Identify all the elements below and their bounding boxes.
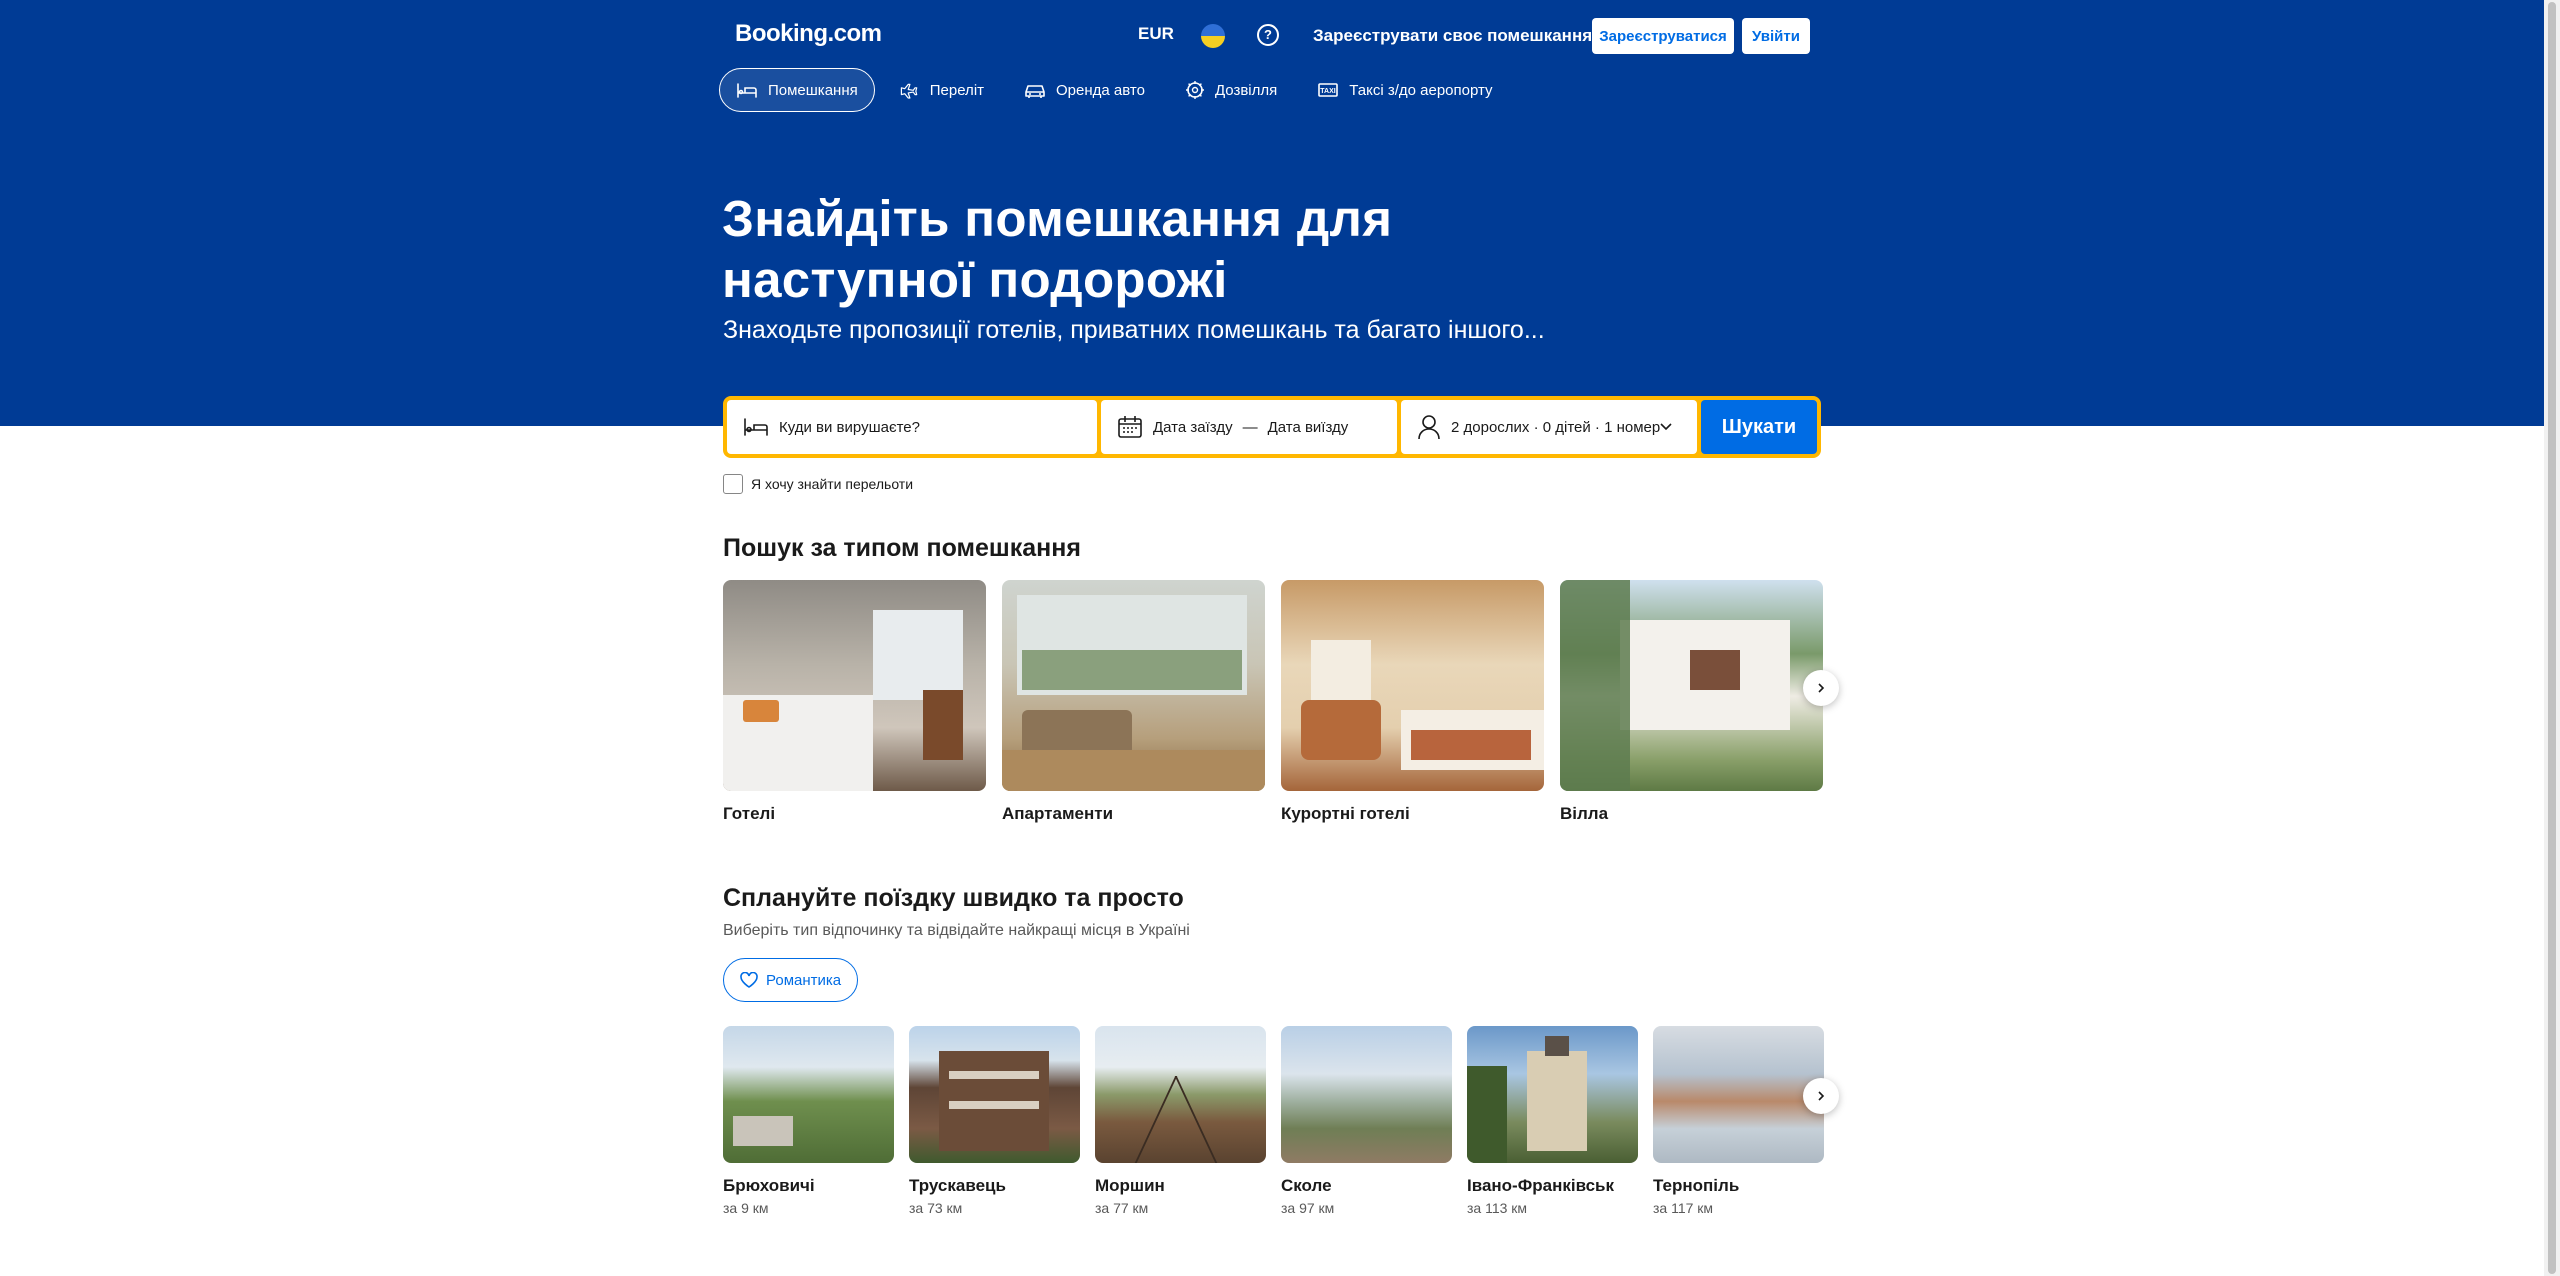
car-icon: [1025, 85, 1045, 98]
city-card[interactable]: Івано-Франківськ за 113 км: [1467, 1026, 1638, 1216]
chevron-right-icon: [1818, 1091, 1825, 1101]
taxi-icon: TAXI: [1318, 83, 1339, 97]
property-type-card[interactable]: Готелі: [723, 580, 986, 824]
city-distance: за 97 км: [1281, 1200, 1335, 1216]
flights-checkbox-label: Я хочу знайти перельоти: [751, 476, 914, 492]
checkout-date[interactable]: Дата виїзду: [1268, 419, 1349, 436]
checkin-date[interactable]: Дата заїзду: [1153, 419, 1233, 436]
city-name: Івано-Франківськ: [1467, 1176, 1615, 1195]
login-button[interactable]: Увійти: [1742, 18, 1810, 54]
trip-planner-subtitle: Виберіть тип відпочинку та відвідайте на…: [723, 922, 1190, 939]
tab-car-rental[interactable]: Оренда авто: [1007, 68, 1162, 112]
tab-stays[interactable]: Помешкання: [719, 68, 875, 112]
property-type-card[interactable]: Курортні готелі: [1281, 580, 1544, 824]
resort-image: [1281, 580, 1544, 791]
city-image: [1095, 1026, 1266, 1163]
bed-icon: [744, 418, 768, 436]
heart-icon: [740, 972, 758, 988]
help-icon[interactable]: ?: [1257, 24, 1279, 46]
city-name: Трускавець: [909, 1176, 1006, 1195]
property-type-label: Апартаменти: [1002, 804, 1114, 823]
city-image: [909, 1026, 1080, 1163]
property-type-card[interactable]: Вілла: [1560, 580, 1823, 824]
city-image: [1467, 1026, 1638, 1163]
date-field[interactable]: Дата заїзду — Дата виїзду: [1101, 400, 1397, 454]
property-type-label: Готелі: [723, 804, 776, 823]
city-image: [723, 1026, 894, 1163]
chevron-down-icon: [1660, 423, 1672, 431]
city-image: [1653, 1026, 1824, 1163]
bed-icon: [737, 83, 757, 98]
register-button[interactable]: Зареєструватися: [1592, 18, 1734, 54]
attractions-icon: [1185, 81, 1204, 99]
trip-planner-title: Сплануйте поїздку швидко та просто: [723, 884, 1184, 912]
apartment-image: [1002, 580, 1265, 791]
city-distance: за 9 км: [723, 1200, 769, 1216]
cities-next-button[interactable]: [1803, 1078, 1839, 1114]
plane-icon: [900, 83, 918, 99]
property-type-card[interactable]: Апартаменти: [1002, 580, 1265, 824]
tab-airport-taxi[interactable]: TAXI Таксі з/до аеропорту: [1300, 68, 1509, 112]
tab-label: Помешкання: [768, 81, 858, 99]
chip-romance[interactable]: Романтика: [723, 958, 859, 1002]
chip-label: Романтика: [766, 971, 842, 989]
booking-logo[interactable]: Booking.com: [735, 20, 882, 48]
city-name: Брюховичі: [723, 1176, 815, 1195]
svg-text:TAXI: TAXI: [1321, 88, 1336, 95]
tab-label: Оренда авто: [1056, 81, 1145, 99]
destination-field[interactable]: Куди ви вирушаєте?: [727, 400, 1097, 454]
property-type-label: Вілла: [1560, 804, 1609, 823]
guests-summary: 2 дорослих · 0 дітей · 1 номер: [1451, 418, 1661, 436]
search-button[interactable]: Шукати: [1701, 400, 1817, 454]
tab-label: Таксі з/до аеропорту: [1349, 81, 1493, 99]
city-name: Тернопіль: [1653, 1176, 1740, 1195]
tab-flights[interactable]: Переліт: [881, 68, 1001, 112]
city-card[interactable]: Моршин за 77 км: [1095, 1026, 1266, 1216]
property-types-title: Пошук за типом помешкання: [723, 534, 1081, 562]
destination-input[interactable]: Куди ви вирушаєте?: [779, 419, 920, 436]
city-name: Сколе: [1281, 1176, 1332, 1195]
hero-header: Booking.com EUR ? Зареєструвати своє пом…: [0, 0, 2560, 426]
city-card[interactable]: Трускавець за 73 км: [909, 1026, 1080, 1216]
city-distance: за 113 км: [1467, 1200, 1528, 1216]
chevron-right-icon: [1818, 683, 1825, 693]
tab-attractions[interactable]: Дозвілля: [1168, 68, 1294, 112]
property-type-label: Курортні готелі: [1281, 804, 1410, 823]
city-distance: за 117 км: [1653, 1200, 1714, 1216]
product-nav: Помешкання Переліт Оренда авто Дозвілля …: [719, 68, 1516, 112]
search-bar: Куди ви вирушаєте? Дата заїзду — Дата ви…: [723, 396, 1821, 458]
city-distance: за 73 км: [909, 1200, 963, 1216]
scrollbar-thumb[interactable]: [2548, 2, 2556, 1274]
city-name: Моршин: [1095, 1176, 1165, 1195]
property-types-next-button[interactable]: [1803, 670, 1839, 706]
person-icon: [1418, 415, 1440, 440]
flights-checkbox[interactable]: [723, 474, 743, 494]
calendar-icon: [1118, 416, 1142, 438]
language-flag-icon[interactable]: [1201, 24, 1225, 48]
list-property-link[interactable]: Зареєструвати своє помешкання: [1313, 26, 1592, 46]
flights-checkbox-row[interactable]: Я хочу знайти перельоти: [723, 474, 913, 494]
city-card[interactable]: Сколе за 97 км: [1281, 1026, 1452, 1216]
guests-field[interactable]: 2 дорослих · 0 дітей · 1 номер: [1401, 400, 1697, 454]
tab-label: Переліт: [929, 81, 985, 99]
date-separator: —: [1242, 418, 1258, 436]
city-card[interactable]: Тернопіль за 117 км: [1653, 1026, 1824, 1216]
city-distance: за 77 км: [1095, 1200, 1149, 1216]
hotel-image: [723, 580, 986, 791]
hero-title: Знайдіть помешкання для наступної подоро…: [722, 190, 1393, 308]
villa-image: [1560, 580, 1823, 791]
city-card[interactable]: Брюховичі за 9 км: [723, 1026, 894, 1216]
tab-label: Дозвілля: [1214, 81, 1278, 99]
currency-selector[interactable]: EUR: [1138, 24, 1174, 44]
hero-subtitle: Знаходьте пропозиції готелів, приватних …: [723, 316, 1545, 344]
city-image: [1281, 1026, 1452, 1163]
